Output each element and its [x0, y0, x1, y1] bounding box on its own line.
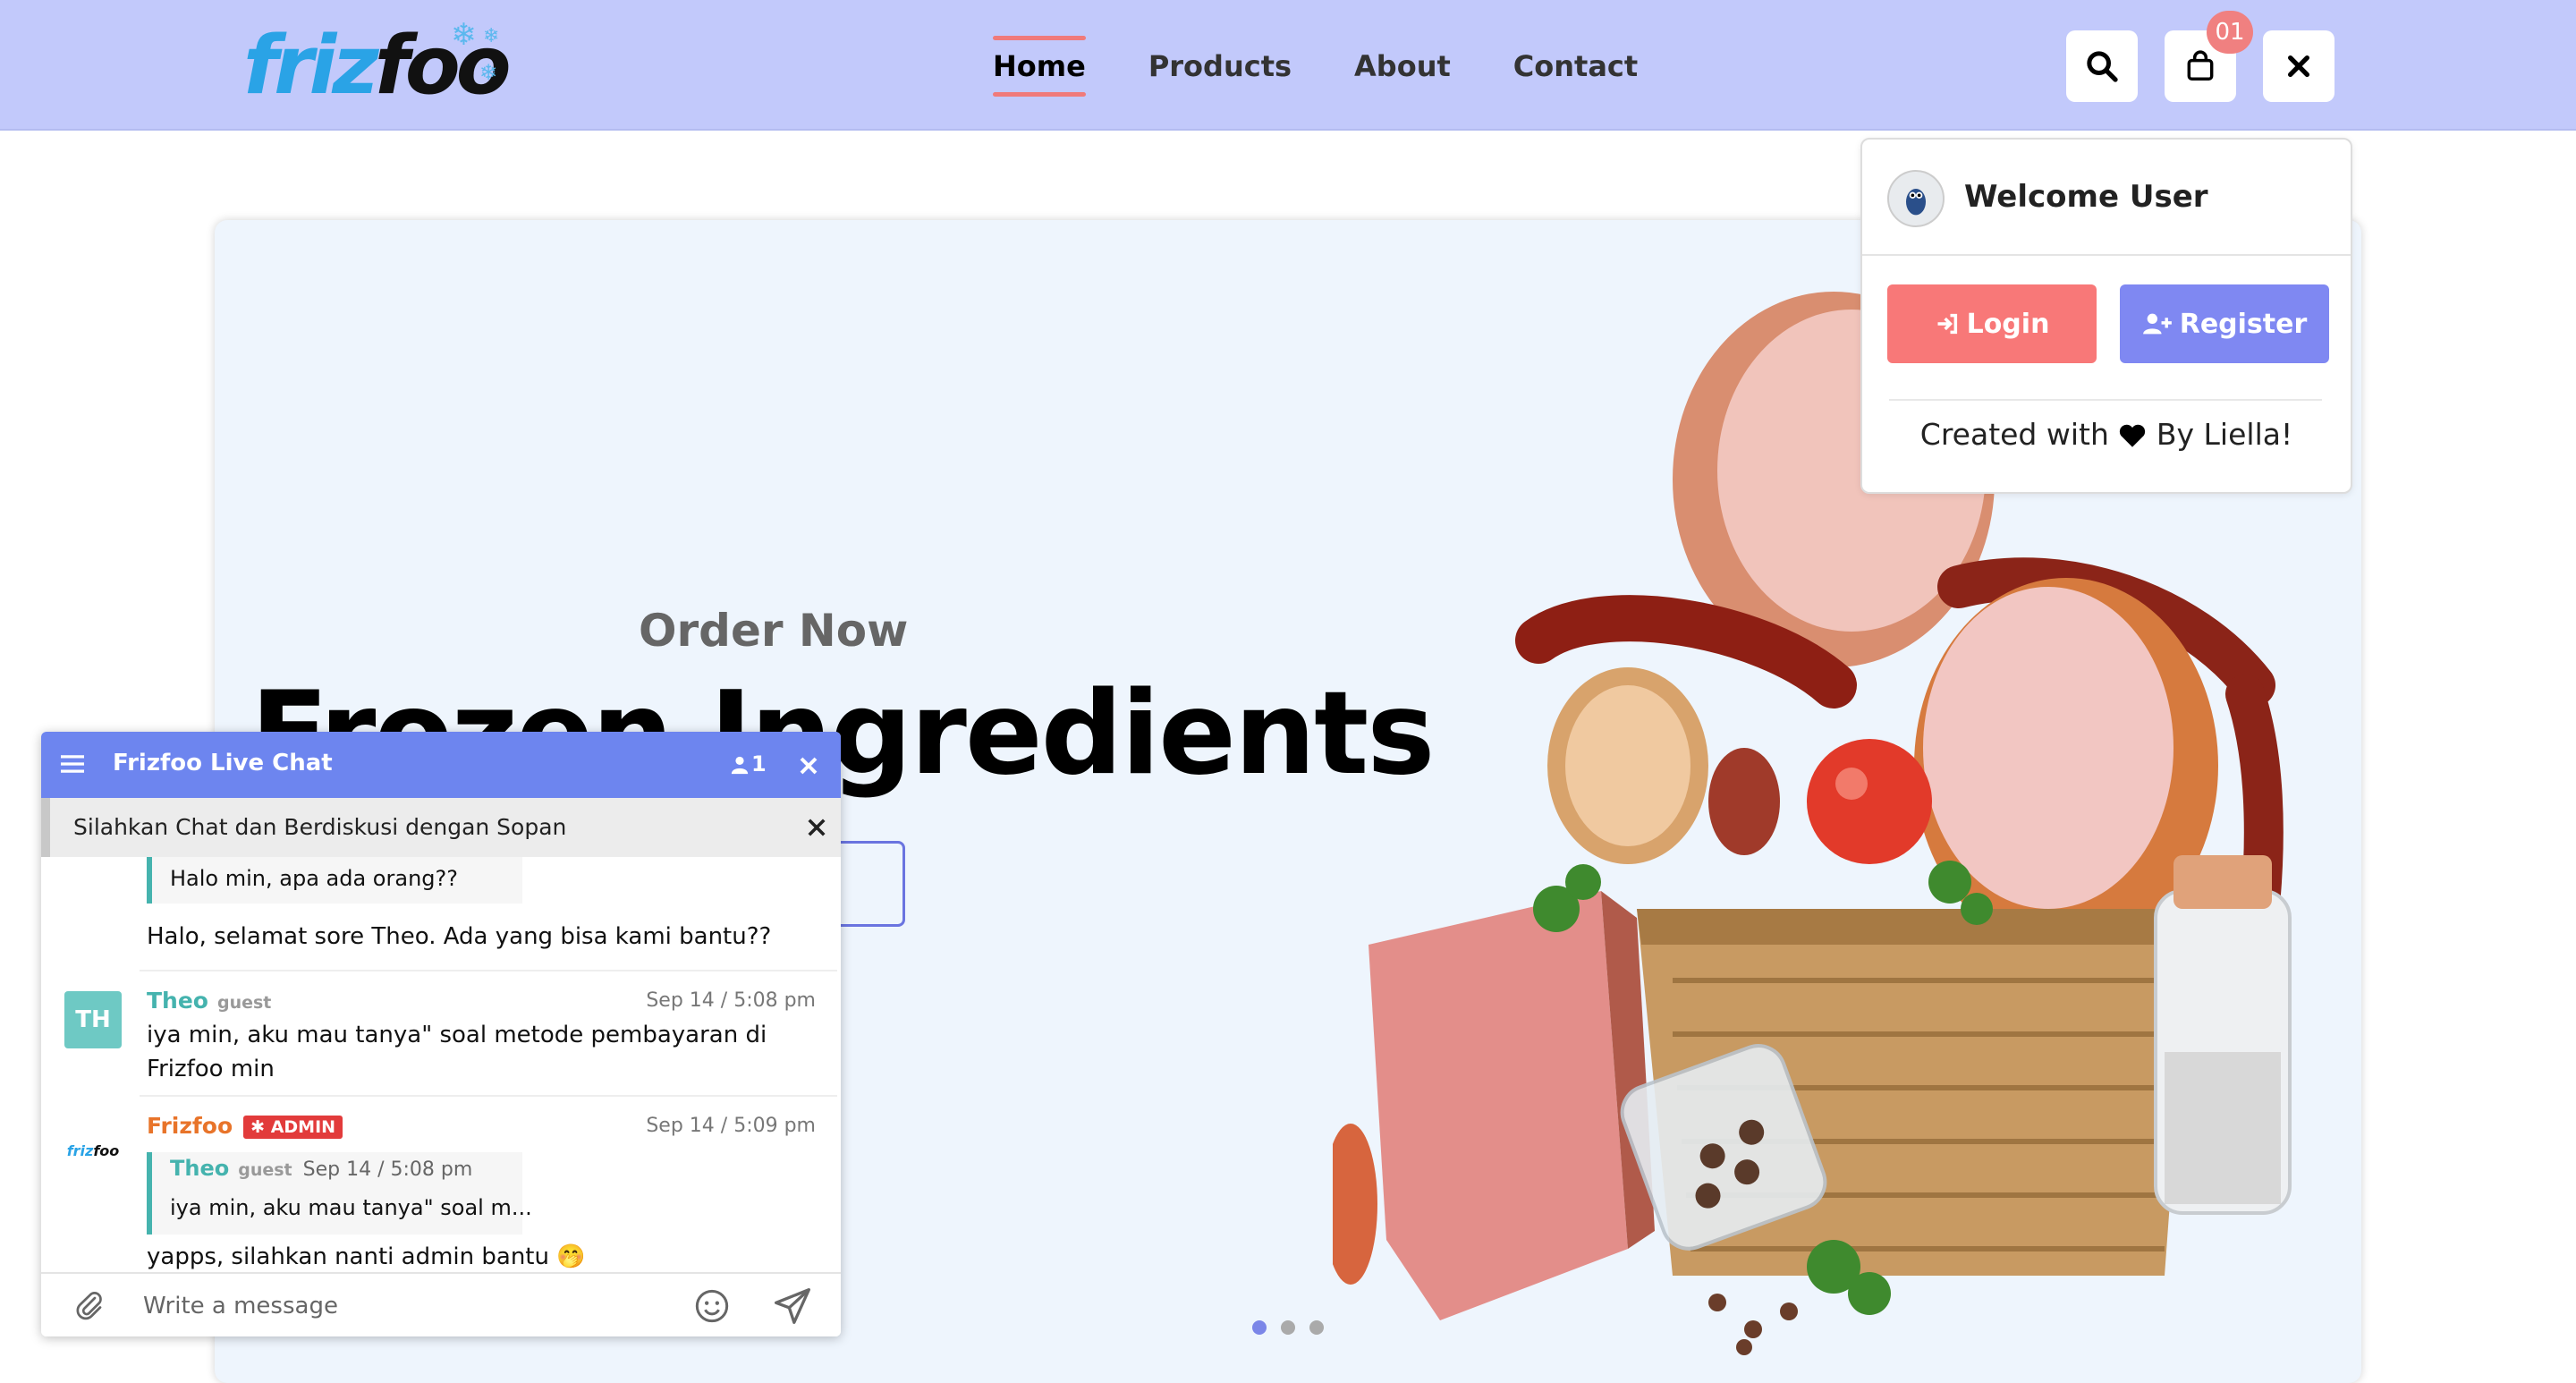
- chat-messages: Halo min, apa ada orang?? Halo, selamat …: [41, 857, 841, 1277]
- logo-part-friz: friz: [243, 19, 379, 113]
- sign-in-icon: [1937, 313, 1957, 335]
- quoted-author: Theo guest Sep 14 / 5:08 pm: [170, 1156, 472, 1181]
- register-label: Register: [2179, 308, 2308, 340]
- carousel-dot[interactable]: [1309, 1320, 1324, 1335]
- admin-avatar: frizfoo: [64, 1122, 122, 1179]
- user-dropdown: Welcome User Login Register Created with…: [1860, 138, 2352, 494]
- message-author: Frizfoo ✱ ADMIN: [147, 1113, 343, 1139]
- heart-icon: [2120, 424, 2146, 447]
- quoted-author-name: Theo: [170, 1156, 230, 1181]
- message-time: Sep 14 / 5:09 pm: [646, 1115, 816, 1137]
- message-text: yapps, silahkan nanti admin bantu 🤭: [147, 1243, 586, 1270]
- snowflake-icon: ❄: [451, 17, 477, 53]
- message-divider: [140, 1095, 837, 1097]
- online-count: 1: [751, 751, 767, 776]
- user-avatar: TH: [64, 991, 122, 1048]
- login-button[interactable]: Login: [1887, 284, 2097, 363]
- welcome-text: Welcome User: [1964, 179, 2208, 215]
- chat-header: Frizfoo Live Chat 1: [41, 732, 841, 798]
- message-divider: [140, 970, 837, 971]
- credit-text: Created with By Liella!: [1862, 417, 2351, 452]
- admin-avatar-logo: frizfoo: [67, 1142, 120, 1159]
- message-text: Halo, selamat sore Theo. Ada yang bisa k…: [147, 923, 772, 950]
- user-dropdown-header: Welcome User: [1862, 140, 2351, 256]
- register-button[interactable]: Register: [2120, 284, 2329, 363]
- carousel-dots: [1252, 1320, 1324, 1335]
- nav-about[interactable]: About: [1354, 39, 1451, 93]
- quoted-time: Sep 14 / 5:08 pm: [302, 1158, 473, 1181]
- close-icon: [2288, 55, 2309, 77]
- user-icon: [731, 756, 749, 775]
- message-input[interactable]: [143, 1285, 680, 1328]
- search-icon: [2087, 51, 2118, 82]
- main-nav: Home Products About Contact: [993, 36, 1638, 97]
- chat-notice-text: Silahkan Chat dan Berdiskusi dengan Sopa…: [73, 814, 567, 840]
- credit-prefix: Created with: [1919, 417, 2109, 452]
- user-plus-icon: [2142, 313, 2172, 335]
- user-character-icon: [1906, 189, 1926, 216]
- chat-composer: [41, 1272, 841, 1336]
- emoji-icon[interactable]: [694, 1288, 730, 1324]
- quoted-message: Theo guest Sep 14 / 5:08 pm iya min, aku m…: [147, 1152, 532, 1235]
- shopping-bag-icon: [2187, 50, 2214, 81]
- message-text: iya min, aku mau tanya" soal metode pemb…: [147, 1022, 767, 1082]
- carousel-dot[interactable]: [1281, 1320, 1295, 1335]
- admin-logo-part-friz: friz: [66, 1141, 94, 1159]
- menu-icon[interactable]: [61, 753, 84, 775]
- user-avatar: [1887, 170, 1945, 227]
- admin-badge-label: ADMIN: [270, 1117, 336, 1137]
- snowflake-icon: ❄: [483, 25, 500, 47]
- search-button[interactable]: [2066, 30, 2138, 102]
- quoted-message: Halo min, apa ada orang??: [147, 857, 522, 904]
- author-name: Theo: [147, 988, 208, 1014]
- nav-home[interactable]: Home: [993, 36, 1086, 97]
- admin-logo-part-foo: foo: [93, 1141, 120, 1159]
- quoted-text: Halo min, apa ada orang??: [170, 866, 458, 891]
- admin-badge: ✱ ADMIN: [243, 1116, 343, 1139]
- dismiss-notice-icon[interactable]: [807, 818, 826, 837]
- send-icon[interactable]: [773, 1286, 812, 1326]
- divider: [1889, 399, 2322, 401]
- live-chat-widget: Frizfoo Live Chat 1 Silahkan Chat dan Be…: [41, 732, 841, 1336]
- cart-count-badge: 01: [2207, 11, 2253, 54]
- chat-notice: Silahkan Chat dan Berdiskusi dengan Sopa…: [41, 798, 841, 857]
- paperclip-icon[interactable]: [73, 1290, 106, 1322]
- author-name: Frizfoo: [147, 1113, 233, 1139]
- credit-suffix: By Liella!: [2156, 417, 2293, 452]
- close-chat-icon[interactable]: [798, 755, 819, 776]
- hero-subtitle: Order Now: [639, 605, 909, 657]
- chat-title: Frizfoo Live Chat: [113, 750, 333, 776]
- site-header: frizfoo ❄ ❄ ❄ Home Products About Contac…: [0, 0, 2576, 131]
- login-label: Login: [1966, 308, 2050, 340]
- message-author: Theo guest: [147, 988, 271, 1014]
- site-logo[interactable]: frizfoo ❄ ❄ ❄: [243, 17, 530, 113]
- author-role: guest: [216, 993, 272, 1013]
- nav-contact[interactable]: Contact: [1513, 39, 1638, 93]
- quoted-text: iya min, aku mau tanya" soal m...: [170, 1195, 532, 1220]
- message-time: Sep 14 / 5:08 pm: [646, 989, 816, 1012]
- carousel-dot[interactable]: [1252, 1320, 1267, 1335]
- close-menu-button[interactable]: [2263, 30, 2334, 102]
- snowflake-icon: ❄: [479, 60, 498, 85]
- quoted-author-role: guest: [238, 1160, 292, 1180]
- nav-products[interactable]: Products: [1148, 39, 1292, 93]
